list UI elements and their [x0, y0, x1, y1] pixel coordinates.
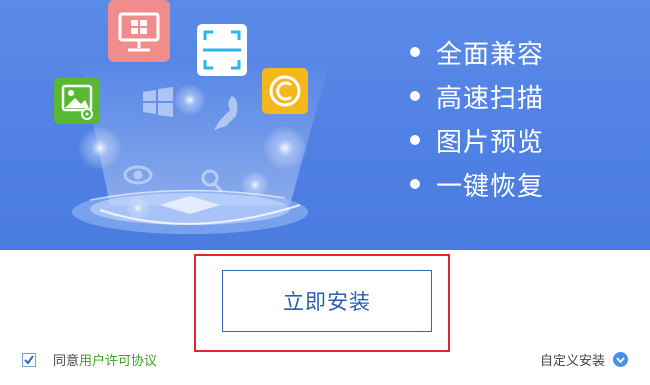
hero-banner: 全面兼容 高速扫描 图片预览 一键恢复 — [0, 0, 650, 250]
scan-app-icon — [197, 24, 247, 76]
feature-label: 全面兼容 — [436, 39, 545, 70]
license-agreement: 同意 用户许可协议 — [22, 350, 157, 369]
checkmark-icon — [24, 354, 34, 365]
bullet-icon — [410, 47, 420, 57]
chevron-down-icon[interactable] — [613, 352, 628, 367]
feature-item: 一键恢复 — [410, 162, 544, 206]
platform-disk — [72, 189, 308, 234]
copyright-app-icon — [262, 68, 308, 114]
license-link[interactable]: 用户许可协议 — [79, 350, 157, 369]
hero-illustration — [54, 0, 330, 234]
agree-label: 同意 — [53, 354, 80, 369]
feature-item: 全面兼容 — [410, 30, 544, 74]
custom-install-label[interactable]: 自定义安装 — [540, 350, 605, 369]
photo-app-icon — [54, 78, 100, 124]
feature-item: 高速扫描 — [410, 74, 544, 118]
bullet-icon — [410, 91, 420, 101]
bullet-icon — [410, 179, 420, 189]
feature-label: 高速扫描 — [436, 83, 545, 114]
feature-label: 图片预览 — [436, 127, 545, 158]
feature-label: 一键恢复 — [436, 171, 545, 202]
agree-checkbox[interactable] — [22, 352, 36, 367]
bullet-icon — [410, 135, 420, 145]
feature-item: 图片预览 — [410, 118, 544, 162]
install-now-button[interactable]: 立即安装 — [222, 270, 432, 332]
feature-list: 全面兼容 高速扫描 图片预览 一键恢复 — [410, 30, 544, 206]
custom-install[interactable]: 自定义安装 — [540, 350, 628, 369]
monitor-app-icon — [108, 0, 170, 62]
